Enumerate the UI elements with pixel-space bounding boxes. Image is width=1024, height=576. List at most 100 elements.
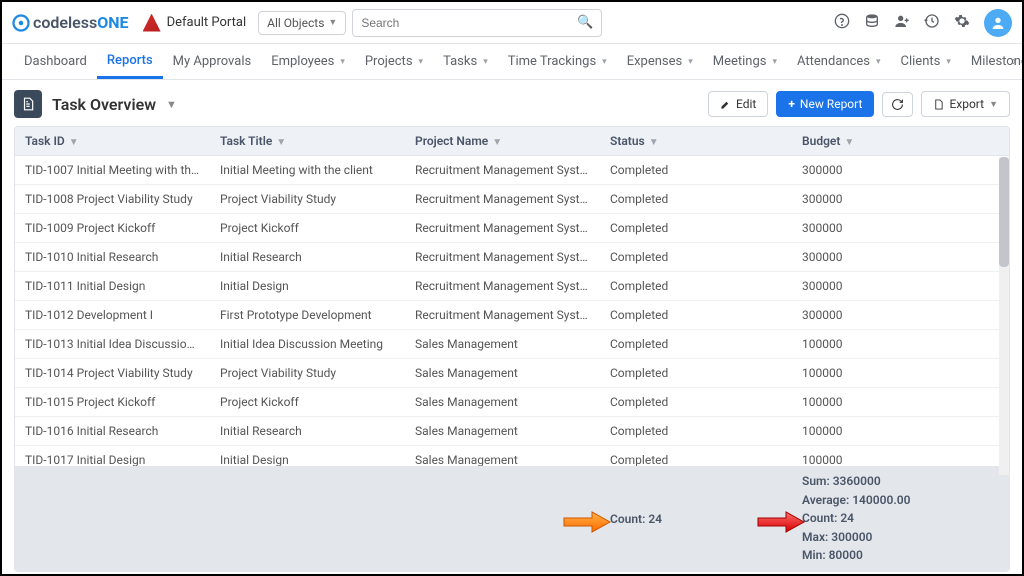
- data-icon[interactable]: [864, 13, 880, 33]
- cell-task-title: Project Kickoff: [210, 388, 405, 416]
- col-project-name[interactable]: Project Name▼: [405, 127, 600, 155]
- table-row[interactable]: TID-1007 Initial Meeting with the client…: [15, 156, 1009, 185]
- tab-employees[interactable]: Employees: [261, 44, 355, 79]
- portal-name: Default Portal: [167, 15, 247, 30]
- cell-status: Completed: [600, 243, 792, 271]
- logo-text-2: ONE: [97, 13, 128, 32]
- tab-tasks[interactable]: Tasks: [433, 44, 498, 79]
- cell-task-id: TID-1012 Development I: [15, 301, 210, 329]
- cell-status: Completed: [600, 301, 792, 329]
- cell-budget: 100000: [792, 417, 1009, 445]
- cell-project: Sales Management: [405, 446, 600, 466]
- topbar-actions: [834, 9, 1012, 37]
- table-row[interactable]: TID-1017 Initial DesignInitial DesignSal…: [15, 446, 1009, 466]
- avatar[interactable]: [984, 9, 1012, 37]
- cell-budget: 300000: [792, 243, 1009, 271]
- cell-project: Recruitment Management System: [405, 214, 600, 242]
- budget-avg: Average: 140000.00: [802, 491, 999, 510]
- search-box[interactable]: 🔍: [352, 9, 602, 37]
- cell-project: Sales Management: [405, 388, 600, 416]
- refresh-button[interactable]: [882, 92, 913, 117]
- cell-project: Recruitment Management System: [405, 185, 600, 213]
- cell-task-title: First Prototype Development: [210, 301, 405, 329]
- cell-task-id: TID-1009 Project Kickoff: [15, 214, 210, 242]
- search-icon[interactable]: 🔍: [577, 15, 593, 30]
- table-row[interactable]: TID-1015 Project KickoffProject KickoffS…: [15, 388, 1009, 417]
- scrollbar-track[interactable]: [999, 157, 1009, 475]
- table-row[interactable]: TID-1012 Development IFirst Prototype De…: [15, 301, 1009, 330]
- cell-budget: 300000: [792, 272, 1009, 300]
- cell-task-id: TID-1010 Initial Research: [15, 243, 210, 271]
- cell-task-id: TID-1008 Project Viability Study: [15, 185, 210, 213]
- cell-task-id: TID-1007 Initial Meeting with the client: [15, 156, 210, 184]
- user-add-icon[interactable]: [894, 13, 910, 33]
- col-task-id[interactable]: Task ID▼: [15, 127, 210, 155]
- cell-task-title: Project Viability Study: [210, 359, 405, 387]
- tab-meetings[interactable]: Meetings: [703, 44, 787, 79]
- cell-task-title: Initial Meeting with the client: [210, 156, 405, 184]
- annotation-arrow-red: [756, 510, 806, 534]
- col-status[interactable]: Status▼: [600, 127, 792, 155]
- history-icon[interactable]: [924, 13, 940, 33]
- cell-budget: 300000: [792, 301, 1009, 329]
- cell-status: Completed: [600, 446, 792, 466]
- table-body[interactable]: TID-1007 Initial Meeting with the client…: [15, 156, 1009, 466]
- title-wrap: Task Overview ▼: [14, 90, 177, 118]
- tabs-scroll-right-icon[interactable]: ›: [1012, 54, 1016, 69]
- cell-status: Completed: [600, 417, 792, 445]
- tab-clients[interactable]: Clients: [891, 44, 961, 79]
- budget-summary: Sum: 3360000 Average: 140000.00 Count: 2…: [792, 466, 1009, 571]
- table-header: Task ID▼ Task Title▼ Project Name▼ Statu…: [15, 127, 1009, 156]
- tab-time-trackings[interactable]: Time Trackings: [498, 44, 617, 79]
- portal-selector[interactable]: Default Portal: [143, 14, 247, 32]
- cell-project: Recruitment Management System: [405, 156, 600, 184]
- search-input[interactable]: [361, 12, 577, 34]
- cell-task-title: Initial Research: [210, 417, 405, 445]
- cell-task-id: TID-1011 Initial Design: [15, 272, 210, 300]
- export-button[interactable]: Export▼: [921, 91, 1010, 117]
- cell-task-title: Initial Design: [210, 272, 405, 300]
- cell-project: Sales Management: [405, 330, 600, 358]
- portal-icon: [143, 14, 161, 32]
- table-row[interactable]: TID-1016 Initial ResearchInitial Researc…: [15, 417, 1009, 446]
- toolbar-actions: Edit +New Report Export▼: [708, 91, 1010, 117]
- cell-status: Completed: [600, 214, 792, 242]
- settings-icon[interactable]: [954, 13, 970, 33]
- new-report-button[interactable]: +New Report: [776, 91, 874, 117]
- col-budget[interactable]: Budget▼: [792, 127, 1009, 155]
- cell-status: Completed: [600, 388, 792, 416]
- tab-dashboard[interactable]: Dashboard: [14, 44, 97, 79]
- summary-row: Count: 24 Sum: 3360000 Average: 140000.0…: [15, 466, 1009, 571]
- scrollbar-thumb[interactable]: [999, 157, 1009, 267]
- nav-tabs: Dashboard Reports My Approvals Employees…: [2, 44, 1022, 80]
- cell-status: Completed: [600, 330, 792, 358]
- tab-projects[interactable]: Projects: [355, 44, 433, 79]
- cell-budget: 300000: [792, 185, 1009, 213]
- top-bar: codelessONE Default Portal All Objects▼ …: [2, 2, 1022, 44]
- table-row[interactable]: TID-1011 Initial DesignInitial DesignRec…: [15, 272, 1009, 301]
- table-row[interactable]: TID-1008 Project Viability StudyProject …: [15, 185, 1009, 214]
- help-icon[interactable]: [834, 13, 850, 33]
- cell-budget: 100000: [792, 388, 1009, 416]
- cell-budget: 300000: [792, 156, 1009, 184]
- cell-project: Sales Management: [405, 417, 600, 445]
- tab-my-approvals[interactable]: My Approvals: [163, 44, 262, 79]
- tab-reports[interactable]: Reports: [97, 44, 163, 79]
- cell-task-title: Project Viability Study: [210, 185, 405, 213]
- content-area: Task Overview ▼ Edit +New Report Export▼…: [2, 80, 1022, 572]
- table-row[interactable]: TID-1009 Project KickoffProject KickoffR…: [15, 214, 1009, 243]
- cell-task-id: TID-1017 Initial Design: [15, 446, 210, 466]
- page-title: Task Overview: [52, 95, 156, 114]
- cell-task-id: TID-1014 Project Viability Study: [15, 359, 210, 387]
- title-dropdown-icon[interactable]: ▼: [166, 98, 177, 111]
- tab-expenses[interactable]: Expenses: [617, 44, 703, 79]
- app-logo[interactable]: codelessONE: [12, 13, 129, 32]
- object-selector[interactable]: All Objects▼: [258, 11, 346, 35]
- table-row[interactable]: TID-1013 Initial Idea Discussion Meet...…: [15, 330, 1009, 359]
- table-row[interactable]: TID-1010 Initial ResearchInitial Researc…: [15, 243, 1009, 272]
- col-task-title[interactable]: Task Title▼: [210, 127, 405, 155]
- tab-attendances[interactable]: Attendances: [787, 44, 890, 79]
- page-toolbar: Task Overview ▼ Edit +New Report Export▼: [14, 90, 1010, 118]
- edit-button[interactable]: Edit: [708, 91, 768, 117]
- table-row[interactable]: TID-1014 Project Viability StudyProject …: [15, 359, 1009, 388]
